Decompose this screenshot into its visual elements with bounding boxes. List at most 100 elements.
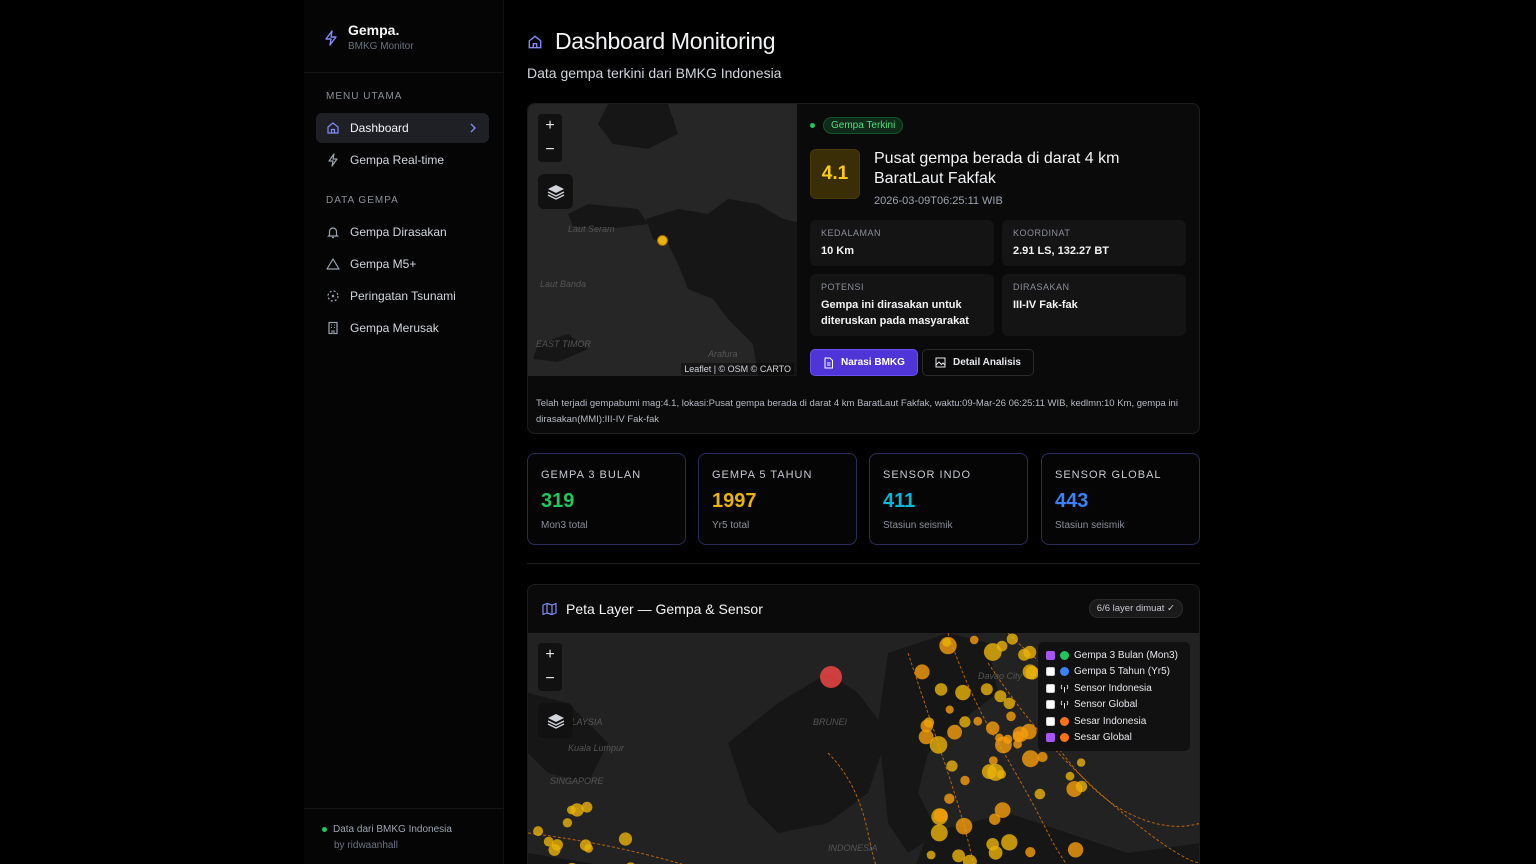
quake-marker[interactable] <box>995 736 1012 754</box>
document-icon <box>824 357 833 368</box>
quake-marker[interactable] <box>548 843 561 856</box>
quake-marker[interactable] <box>955 684 971 701</box>
quake-marker[interactable] <box>959 716 971 728</box>
zoom-in-button[interactable]: + <box>538 114 562 138</box>
quake-marker-large[interactable] <box>820 666 842 688</box>
quake-marker[interactable] <box>1018 648 1031 661</box>
quake-marker[interactable] <box>914 664 930 680</box>
quake-marker[interactable] <box>1003 697 1015 709</box>
zoom-out-button[interactable]: − <box>538 667 562 691</box>
data-source: Data dari BMKG Indonesia <box>322 824 452 835</box>
quake-marker[interactable] <box>1076 758 1086 767</box>
quake-marker[interactable] <box>562 818 573 828</box>
sidebar-item-label: Gempa Merusak <box>350 321 439 335</box>
layer-checkbox[interactable] <box>1046 700 1055 710</box>
sidebar-item-label: Gempa Real-time <box>350 153 445 167</box>
quake-marker[interactable] <box>988 845 1003 860</box>
quake-marker[interactable] <box>988 756 998 765</box>
quake-marker[interactable] <box>969 635 979 645</box>
quake-marker[interactable] <box>533 826 544 837</box>
legend-item-sesar-global[interactable]: Sesar Global <box>1046 730 1182 747</box>
zoom-in-button[interactable]: + <box>538 643 562 667</box>
sidebar-item-m5[interactable]: Gempa M5+ <box>316 249 489 279</box>
quake-marker[interactable] <box>926 850 936 860</box>
legend-item-yr5[interactable]: Gempa 5 Tahun (Yr5) <box>1046 664 1182 681</box>
sidebar-item-realtime[interactable]: Gempa Real-time <box>316 145 489 175</box>
layer-checkbox[interactable] <box>1046 716 1055 726</box>
quake-marker[interactable] <box>1025 847 1036 858</box>
stat-card-sensor-indo[interactable]: SENSOR INDO 411 Stasiun seismik <box>869 453 1028 545</box>
app: Gempa. BMKG Monitor MENU UTAMA Dashboard… <box>0 0 1536 864</box>
legend-item-sesar-indo[interactable]: Sesar Indonesia <box>1046 713 1182 730</box>
zoom-out-button[interactable]: − <box>538 138 562 162</box>
quake-marker[interactable] <box>1006 711 1016 722</box>
quake-marker[interactable] <box>960 775 970 786</box>
quake-marker[interactable] <box>930 824 948 842</box>
quake-marker[interactable] <box>618 832 633 846</box>
stat-card-yr5[interactable]: GEMPA 5 TAHUN 1997 Yr5 total <box>698 453 857 545</box>
quake-marker[interactable] <box>946 760 958 772</box>
quake-marker[interactable] <box>986 721 1000 735</box>
sidebar-item-tsunami[interactable]: Peringatan Tsunami <box>316 281 489 311</box>
quake-marker[interactable] <box>1001 834 1018 851</box>
quake-marker[interactable] <box>934 683 948 696</box>
legend-item-sensor-indo[interactable]: Sensor Indonesia <box>1046 680 1182 697</box>
map-attribution[interactable]: Leaflet | © OSM © CARTO <box>681 363 794 375</box>
section-label-data: DATA GEMPA <box>326 195 399 206</box>
quake-marker[interactable] <box>955 817 973 835</box>
layer-checkbox[interactable] <box>1046 683 1055 693</box>
sidebar-item-merusak[interactable]: Gempa Merusak <box>316 313 489 343</box>
legend-item-mon3[interactable]: Gempa 3 Bulan (Mon3) <box>1046 647 1182 664</box>
stat-card-mon3[interactable]: GEMPA 3 BULAN 319 Mon3 total <box>527 453 686 545</box>
bolt-icon <box>328 153 338 167</box>
layer-checkbox[interactable] <box>1046 733 1055 743</box>
quake-marker[interactable] <box>581 801 593 813</box>
sidebar-item-dashboard[interactable]: Dashboard <box>316 113 489 143</box>
potential-label: POTENSI <box>821 282 865 292</box>
quake-marker[interactable] <box>1065 771 1075 781</box>
sidebar-item-dirasakan[interactable]: Gempa Dirasakan <box>316 217 489 247</box>
quake-marker[interactable] <box>1067 842 1084 858</box>
layer-map[interactable]: MALAYSIA Kuala Lumpur SINGAPORE BRUNEI I… <box>528 633 1199 864</box>
brand-name: Gempa. <box>348 22 400 38</box>
quake-marker[interactable] <box>579 839 592 851</box>
legend-item-sensor-global[interactable]: Sensor Global <box>1046 697 1182 714</box>
layers-button[interactable] <box>538 703 573 738</box>
quake-marker[interactable] <box>994 802 1011 818</box>
narasi-bmkg-button[interactable]: Narasi BMKG <box>810 349 918 376</box>
quake-marker[interactable] <box>1075 780 1088 793</box>
quake-marker[interactable] <box>1021 723 1037 740</box>
antenna-icon <box>1060 684 1069 693</box>
quake-marker[interactable] <box>980 683 993 696</box>
quake-marker[interactable] <box>1034 788 1046 800</box>
quake-marker[interactable] <box>987 763 1005 781</box>
quake-marker[interactable] <box>570 803 584 817</box>
quake-marker[interactable] <box>942 638 952 647</box>
stat-sub: Mon3 total <box>541 520 588 531</box>
stat-label: GEMPA 3 BULAN <box>541 469 642 481</box>
quake-marker[interactable] <box>1022 750 1039 768</box>
quake-marker[interactable] <box>1022 664 1038 680</box>
mini-map[interactable]: Laut Seram Laut Banda EAST TIMOR Arafura… <box>528 104 797 376</box>
quake-marker[interactable] <box>920 719 934 733</box>
stat-sub: Stasiun seismik <box>1055 520 1125 531</box>
quake-marker[interactable] <box>1037 751 1048 763</box>
layer-map-title: Peta Layer — Gempa & Sensor <box>566 601 763 617</box>
brand[interactable]: Gempa. BMKG Monitor <box>324 22 414 52</box>
quake-details: Gempa Terkini 4.1 Pusat gempa berada di … <box>810 117 1190 207</box>
sidebar-item-label: Peringatan Tsunami <box>350 289 456 303</box>
quake-marker[interactable] <box>947 724 962 740</box>
quake-marker[interactable] <box>973 716 983 726</box>
quake-marker[interactable] <box>1013 739 1022 749</box>
stat-card-sensor-global[interactable]: SENSOR GLOBAL 443 Stasiun seismik <box>1041 453 1200 545</box>
quake-marker[interactable] <box>657 235 668 246</box>
quake-marker[interactable] <box>1006 633 1018 645</box>
detail-analisis-button[interactable]: Detail Analisis <box>922 349 1034 376</box>
quake-marker[interactable] <box>945 705 954 714</box>
quake-marker[interactable] <box>933 808 948 823</box>
quake-marker[interactable] <box>983 643 1002 661</box>
layer-checkbox[interactable] <box>1046 667 1055 677</box>
layers-button[interactable] <box>538 174 573 209</box>
layer-checkbox[interactable] <box>1046 650 1055 660</box>
quake-marker[interactable] <box>944 793 955 804</box>
